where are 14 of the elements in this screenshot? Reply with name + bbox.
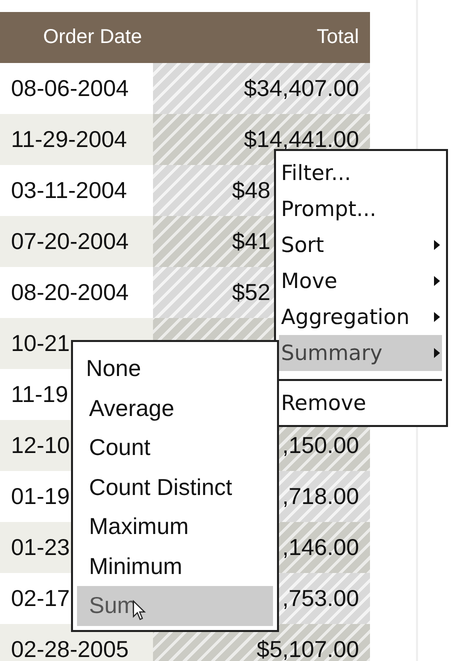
table-cell: $34,407.00 — [153, 63, 370, 114]
caret-icon — [434, 348, 440, 358]
table-cell: 08-20-2004 — [0, 267, 153, 318]
table-cell: 08-06-2004 — [0, 63, 153, 114]
caret-icon — [434, 276, 440, 286]
column-header[interactable]: Total — [153, 26, 370, 49]
column-header[interactable]: Order Date — [0, 26, 153, 49]
caret-icon — [434, 240, 440, 250]
table-cell: 07-20-2004 — [0, 216, 153, 267]
menu-item[interactable]: Summary — [279, 335, 442, 371]
table-cell: 03-11-2004 — [0, 165, 153, 216]
table-cell: 11-29-2004 — [0, 114, 153, 165]
cursor-icon — [132, 600, 146, 621]
caret-icon — [434, 312, 440, 322]
